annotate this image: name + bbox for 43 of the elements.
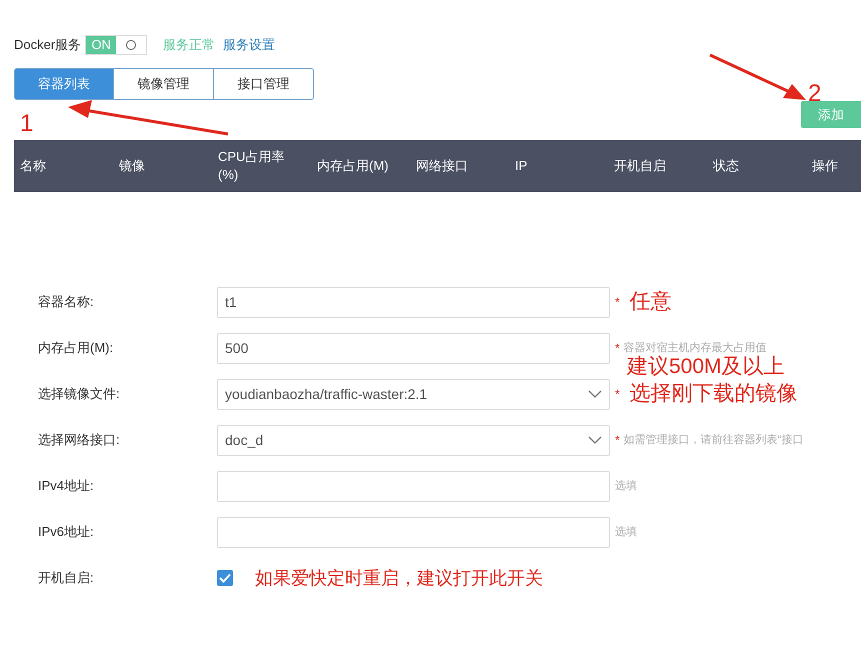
service-label: Docker服务 [14, 36, 82, 54]
column-header: 开机自启 [613, 157, 667, 175]
column-header: CPU占用率 (%) [217, 148, 286, 184]
field-label: 容器名称: [37, 293, 95, 312]
column-header: 操作 [811, 157, 839, 175]
chevron-down-icon [588, 436, 602, 444]
input-field[interactable]: t1 [217, 286, 610, 318]
field-label: 选择网络接口: [37, 431, 121, 450]
input-field[interactable] [217, 470, 610, 502]
annotation-note: 建议500M及以上 [627, 355, 785, 379]
hint-text: 容器对宿主机内存最大占用值 [624, 340, 767, 355]
field-label: 选择镜像文件: [37, 385, 121, 404]
column-header: 名称 [19, 157, 47, 175]
settings-link[interactable]: 服务设置 [223, 35, 276, 55]
status-text: 服务正常 [163, 36, 216, 54]
annotation-note: 任意 [630, 290, 672, 314]
input-field[interactable] [217, 516, 610, 548]
required-mark: * [615, 340, 620, 357]
dropdown[interactable]: youdianbaozha/traffic-waster:2.1 [217, 378, 610, 410]
annotation-number: 1 [20, 112, 34, 136]
column-header: 状态 [712, 157, 740, 175]
hint-text: 选填 [615, 478, 637, 494]
field-label: IPv4地址: [37, 477, 95, 496]
field-label: 开机自启: [37, 569, 95, 588]
field-label: IPv6地址: [37, 523, 95, 542]
hint-text: 选填 [615, 524, 637, 540]
column-header: 镜像 [118, 157, 146, 175]
input-field[interactable]: 500 [217, 332, 610, 364]
column-header: 内存占用(M) [316, 157, 390, 175]
dropdown[interactable]: doc_d [217, 424, 610, 456]
tab[interactable]: 接口管理 [214, 68, 314, 100]
required-mark: * [615, 432, 620, 449]
checkbox[interactable] [217, 570, 233, 586]
required-mark: * [615, 294, 620, 311]
annotation-note: 如果爱快定时重启，建议打开此开关 [255, 566, 543, 590]
field-label: 内存占用(M): [37, 339, 114, 358]
chevron-down-icon [588, 390, 602, 398]
hint-text: 如需管理接口，请前往容器列表“接口 [624, 432, 804, 448]
column-header: IP [514, 157, 528, 175]
tab[interactable]: 镜像管理 [114, 68, 214, 100]
column-header: 网络接口 [415, 157, 469, 175]
required-mark: * [615, 386, 620, 403]
annotation-note: 选择刚下载的镜像 [630, 382, 798, 406]
